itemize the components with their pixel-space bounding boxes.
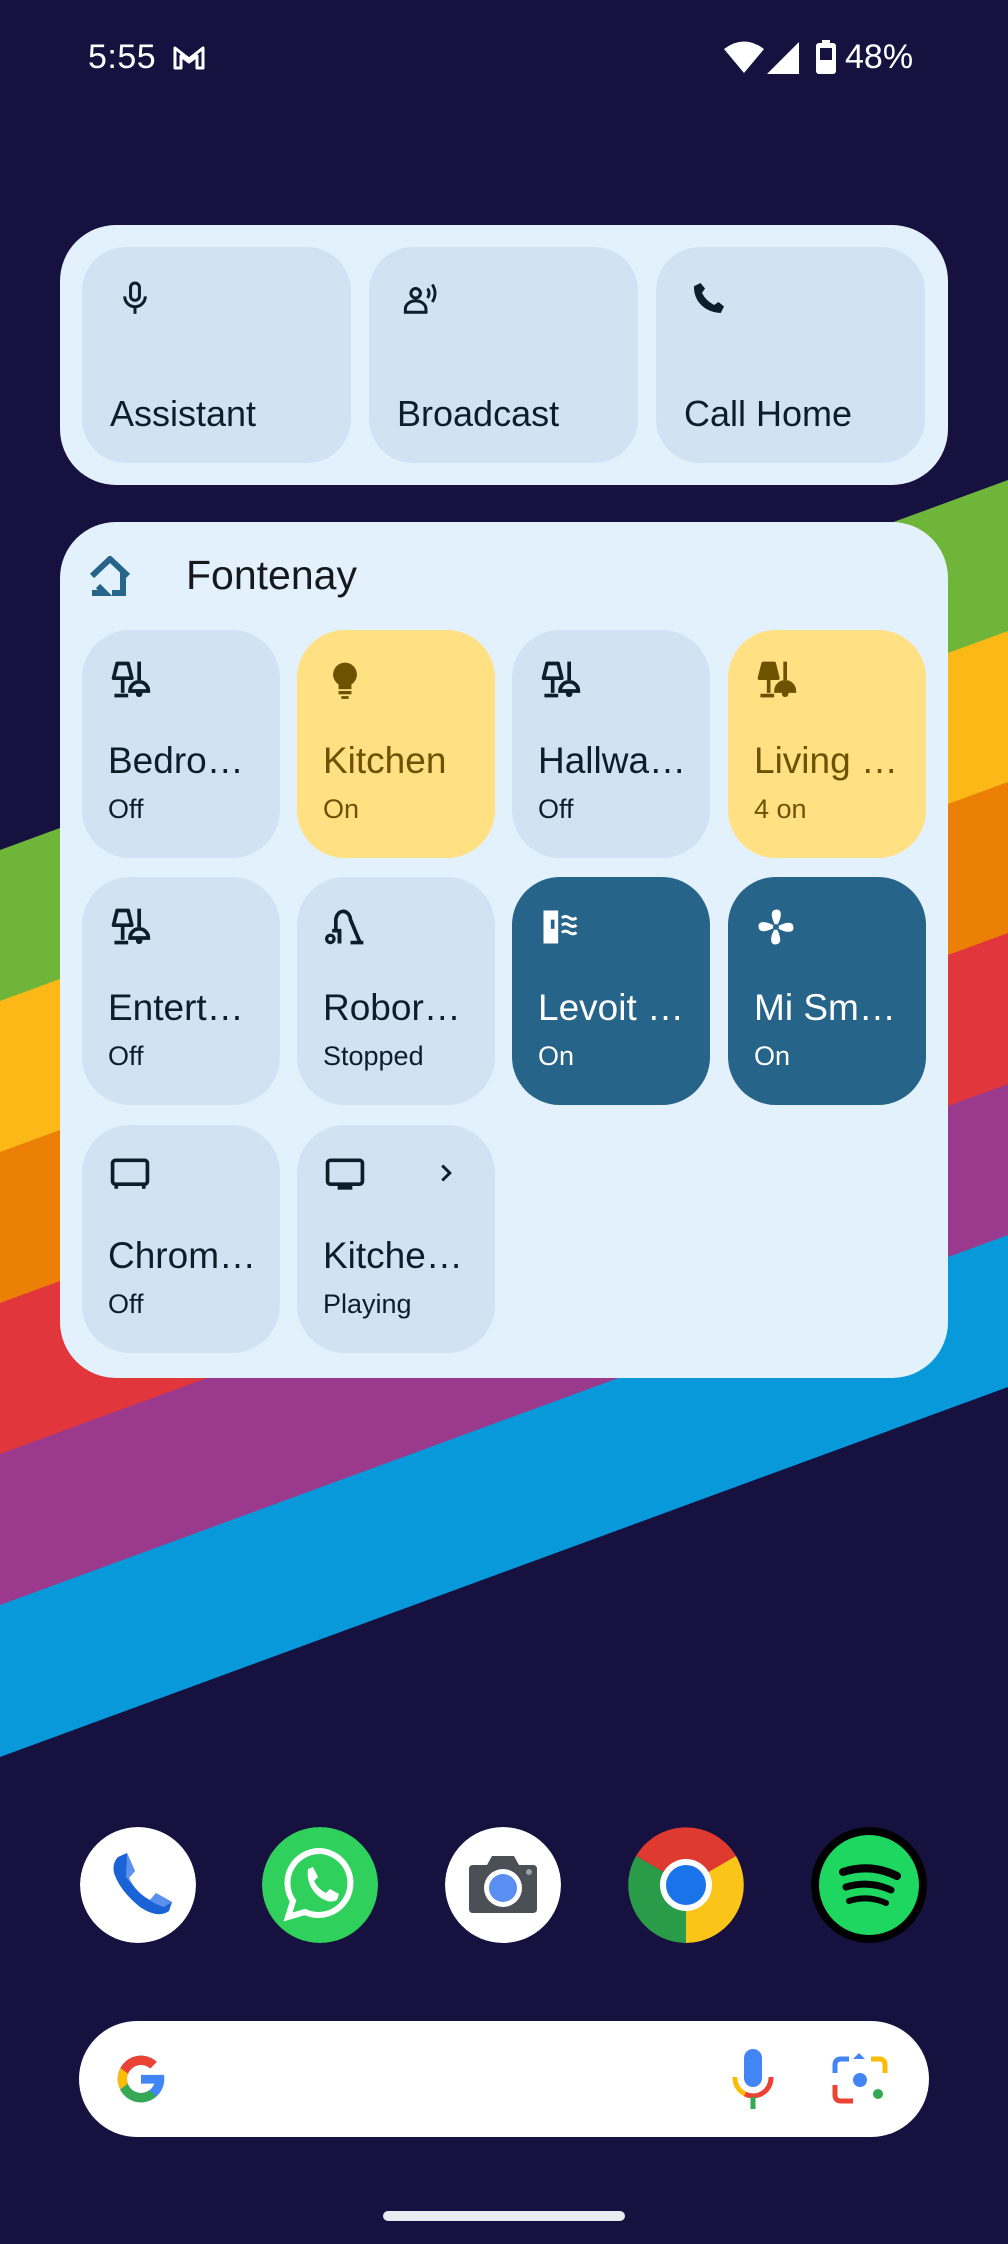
tv-icon: [110, 1158, 150, 1189]
status-bar: 5:55 48%: [0, 0, 1008, 110]
device-name: Mi Sm…: [754, 987, 896, 1028]
dock-phone[interactable]: [80, 1827, 196, 1943]
device-tile-chrom[interactable]: Chrom… Off: [82, 1125, 280, 1353]
google-lens-icon[interactable]: [831, 2051, 889, 2109]
device-status: Off: [538, 794, 574, 824]
device-tile-mism[interactable]: Mi Sm… On: [728, 877, 926, 1105]
device-name: Robor…: [323, 987, 461, 1028]
call-home-label: Call Home: [684, 393, 853, 434]
google-home-icon: [90, 556, 130, 596]
device-name: Living …: [754, 740, 898, 781]
voice-search-icon[interactable]: [727, 2047, 779, 2111]
home-name[interactable]: Fontenay: [186, 552, 357, 599]
whatsapp-icon: [262, 1827, 378, 1943]
battery-percent: 48%: [845, 38, 914, 76]
wifi-icon: [724, 41, 764, 73]
camera-icon: [445, 1827, 561, 1943]
device-status: On: [754, 1041, 791, 1071]
cell-signal-icon: [767, 42, 799, 74]
dock-spotify[interactable]: [811, 1827, 927, 1943]
broadcast-label: Broadcast: [397, 393, 560, 434]
air-purifier-icon: [543, 910, 578, 944]
clock: 5:55: [88, 38, 157, 76]
device-status: Off: [108, 794, 144, 824]
call-home-button[interactable]: Call Home: [656, 247, 925, 463]
navigation-handle[interactable]: [383, 2211, 625, 2221]
lamp-group-icon: [757, 661, 797, 698]
device-name: Entert…: [108, 987, 244, 1028]
dock-camera[interactable]: [445, 1827, 561, 1943]
lamp-group-icon: [541, 661, 581, 698]
lamp-group-icon: [111, 908, 151, 945]
device-status: Playing: [323, 1289, 412, 1319]
device-tile-robor[interactable]: Robor… Stopped: [297, 877, 495, 1105]
assistant-button[interactable]: Assistant: [82, 247, 351, 463]
quick-actions-widget: Assistant Broadcast Call Home: [60, 225, 948, 485]
device-name: Kitchen: [323, 740, 447, 781]
device-status: Stopped: [323, 1041, 424, 1071]
device-tile-kitche[interactable]: Kitche… Playing: [297, 1125, 495, 1353]
device-tile-levoit[interactable]: Levoit … On: [512, 877, 710, 1105]
dock-whatsapp[interactable]: [262, 1827, 378, 1943]
device-tile-kitchen[interactable]: Kitchen On: [297, 630, 495, 858]
chevron-right-icon[interactable]: [431, 1155, 461, 1191]
fan-icon: [758, 909, 794, 945]
spotify-icon: [811, 1827, 927, 1943]
device-name: Bedro…: [108, 740, 244, 781]
device-tile-living[interactable]: Living … 4 on: [728, 630, 926, 858]
gmail-icon: [173, 46, 205, 70]
battery-icon: [816, 40, 836, 74]
google-home-widget: Fontenay Bedro… Off Kitchen On Hallwa… Off …: [60, 522, 948, 1378]
device-name: Chrom…: [108, 1235, 257, 1276]
lightbulb-icon: [333, 662, 357, 699]
device-status: Off: [108, 1289, 144, 1319]
device-name: Hallwa…: [538, 740, 687, 781]
assistant-label: Assistant: [110, 393, 257, 434]
device-tile-hallwa[interactable]: Hallwa… Off: [512, 630, 710, 858]
lamp-group-icon: [111, 661, 151, 698]
device-tile-bedro[interactable]: Bedro… Off: [82, 630, 280, 858]
phone-app-icon: [80, 1827, 196, 1943]
google-g-icon: [117, 2055, 165, 2103]
dock-chrome[interactable]: [628, 1827, 744, 1943]
google-search-bar[interactable]: [79, 2021, 929, 2137]
broadcast-button[interactable]: Broadcast: [369, 247, 638, 463]
device-status: On: [538, 1041, 575, 1071]
device-name: Levoit …: [538, 987, 685, 1028]
broadcast-person-icon: [403, 283, 437, 314]
device-name: Kitche…: [323, 1235, 463, 1276]
chrome-icon: [628, 1827, 744, 1943]
display-icon: [325, 1158, 365, 1190]
device-status: Off: [108, 1041, 144, 1071]
phone-icon: [693, 282, 725, 314]
device-status: On: [323, 794, 360, 824]
device-tile-entert[interactable]: Entert… Off: [82, 877, 280, 1105]
vacuum-icon: [325, 909, 364, 945]
device-status: 4 on: [754, 794, 807, 824]
microphone-icon: [123, 281, 147, 314]
